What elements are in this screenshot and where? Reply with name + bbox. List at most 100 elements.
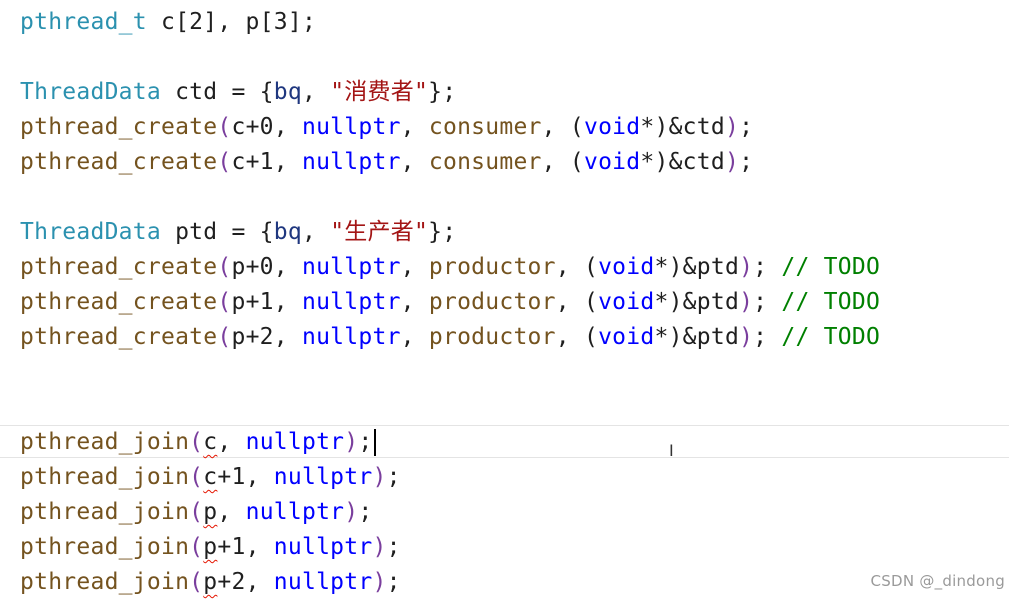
code-line-7[interactable]: pthread_create(p+1, nullptr, productor, … bbox=[20, 285, 880, 319]
keyword-token: nullptr bbox=[273, 464, 373, 490]
brace-open: { bbox=[259, 219, 274, 245]
comma: , bbox=[400, 149, 429, 175]
comma: , bbox=[541, 114, 570, 140]
identifier-token: bq bbox=[273, 79, 302, 105]
variable-text: ptd = bbox=[160, 219, 260, 245]
paren-open: ( bbox=[189, 429, 204, 455]
string-literal: "消费者" bbox=[330, 79, 429, 105]
paren-close: ) bbox=[668, 324, 683, 350]
comma: , bbox=[217, 429, 246, 455]
paren-close: ) bbox=[654, 149, 669, 175]
keyword-token: nullptr bbox=[273, 534, 373, 560]
todo-comment: // TODO bbox=[781, 324, 881, 350]
code-line-6[interactable]: pthread_create(p+0, nullptr, productor, … bbox=[20, 250, 880, 284]
identifier-token: bq bbox=[273, 219, 302, 245]
argument: c+0 bbox=[231, 114, 274, 140]
code-line-3[interactable]: pthread_create(c+0, nullptr, consumer, (… bbox=[20, 110, 753, 144]
paren-close: ) bbox=[724, 149, 740, 175]
argument: p+0 bbox=[231, 254, 274, 280]
paren-close: ) bbox=[344, 429, 359, 455]
argument-suffix: +1 bbox=[217, 534, 246, 560]
semicolon: ; bbox=[386, 569, 401, 595]
comma: , bbox=[555, 324, 584, 350]
code-line-2[interactable]: ThreadData ctd = {bq, "消费者"}; bbox=[20, 75, 456, 109]
comma: , bbox=[400, 254, 429, 280]
paren-close: ) bbox=[668, 289, 683, 315]
keyword-token: nullptr bbox=[301, 149, 401, 175]
code-line-12[interactable]: pthread_join(p+1, nullptr); bbox=[20, 530, 401, 564]
keyword-token: void bbox=[583, 149, 641, 175]
paren-open: ( bbox=[569, 149, 584, 175]
comma: , bbox=[217, 499, 246, 525]
keyword-token: nullptr bbox=[245, 429, 345, 455]
semicolon: ; bbox=[386, 534, 401, 560]
pointer-star: * bbox=[654, 254, 669, 280]
code-line-1[interactable]: pthread_t c[2], p[3]; bbox=[20, 5, 316, 39]
todo-comment: // TODO bbox=[781, 289, 881, 315]
comma: , bbox=[245, 534, 274, 560]
code-line-10[interactable]: pthread_join(c+1, nullptr); bbox=[20, 460, 401, 494]
error-squiggle-variable: p bbox=[203, 569, 218, 595]
paren-open: ( bbox=[217, 114, 232, 140]
semicolon: ; bbox=[442, 219, 457, 245]
type-token: ThreadData bbox=[20, 79, 161, 105]
semicolon: ; bbox=[753, 254, 782, 280]
comma: , bbox=[555, 289, 584, 315]
semicolon: ; bbox=[358, 499, 373, 525]
semicolon: ; bbox=[739, 149, 754, 175]
comma: , bbox=[400, 324, 429, 350]
argument: c+1 bbox=[231, 149, 274, 175]
comma: , bbox=[400, 289, 429, 315]
paren-close: ) bbox=[344, 499, 359, 525]
keyword-token: nullptr bbox=[273, 569, 373, 595]
code-line-11[interactable]: pthread_join(p, nullptr); bbox=[20, 495, 373, 529]
paren-open: ( bbox=[189, 499, 204, 525]
error-squiggle-variable: c bbox=[203, 464, 218, 490]
code-line-4[interactable]: pthread_create(c+1, nullptr, consumer, (… bbox=[20, 145, 753, 179]
keyword-token: nullptr bbox=[301, 114, 401, 140]
error-squiggle-variable: p bbox=[203, 534, 218, 560]
argument-suffix: +2 bbox=[217, 569, 246, 595]
function-token: productor bbox=[428, 254, 556, 280]
function-token: productor bbox=[428, 324, 556, 350]
pointer-star: * bbox=[640, 114, 655, 140]
function-token: pthread_join bbox=[20, 534, 190, 560]
semicolon: ; bbox=[739, 114, 754, 140]
function-token: pthread_create bbox=[20, 324, 218, 350]
comma: , bbox=[245, 464, 274, 490]
paren-open: ( bbox=[217, 289, 232, 315]
paren-close: ) bbox=[739, 324, 754, 350]
keyword-token: void bbox=[583, 114, 641, 140]
paren-open: ( bbox=[217, 149, 232, 175]
function-token: pthread_join bbox=[20, 569, 190, 595]
paren-open: ( bbox=[583, 289, 599, 315]
semicolon: ; bbox=[358, 429, 373, 455]
paren-close: ) bbox=[739, 289, 754, 315]
comma: , bbox=[541, 149, 570, 175]
paren-open: ( bbox=[583, 324, 599, 350]
code-line-9[interactable]: pthread_join(c, nullptr); bbox=[20, 425, 376, 459]
text-caret bbox=[373, 429, 376, 456]
comma: , bbox=[555, 254, 584, 280]
paren-close: ) bbox=[372, 534, 387, 560]
comma: , bbox=[301, 79, 331, 105]
declaration-text: c[2], p[3]; bbox=[146, 9, 317, 35]
variable-text: ctd = bbox=[160, 79, 260, 105]
function-token: pthread_join bbox=[20, 429, 190, 455]
code-line-8[interactable]: pthread_create(p+2, nullptr, productor, … bbox=[20, 320, 880, 354]
code-line-5[interactable]: ThreadData ptd = {bq, "生产者"}; bbox=[20, 215, 456, 249]
code-editor[interactable]: pthread_t c[2], p[3]; ThreadData ctd = {… bbox=[0, 0, 1009, 601]
brace-close: } bbox=[428, 219, 443, 245]
pointer-star: * bbox=[640, 149, 655, 175]
function-token: pthread_create bbox=[20, 254, 218, 280]
string-literal: "生产者" bbox=[330, 219, 429, 245]
paren-close: ) bbox=[372, 464, 387, 490]
pointer-star: * bbox=[654, 324, 669, 350]
comma: , bbox=[273, 114, 302, 140]
keyword-token: void bbox=[598, 324, 655, 350]
paren-open: ( bbox=[189, 534, 204, 560]
code-line-13[interactable]: pthread_join(p+2, nullptr); bbox=[20, 565, 401, 599]
semicolon: ; bbox=[386, 464, 401, 490]
comma: , bbox=[273, 149, 302, 175]
error-squiggle-variable: p bbox=[203, 499, 218, 525]
